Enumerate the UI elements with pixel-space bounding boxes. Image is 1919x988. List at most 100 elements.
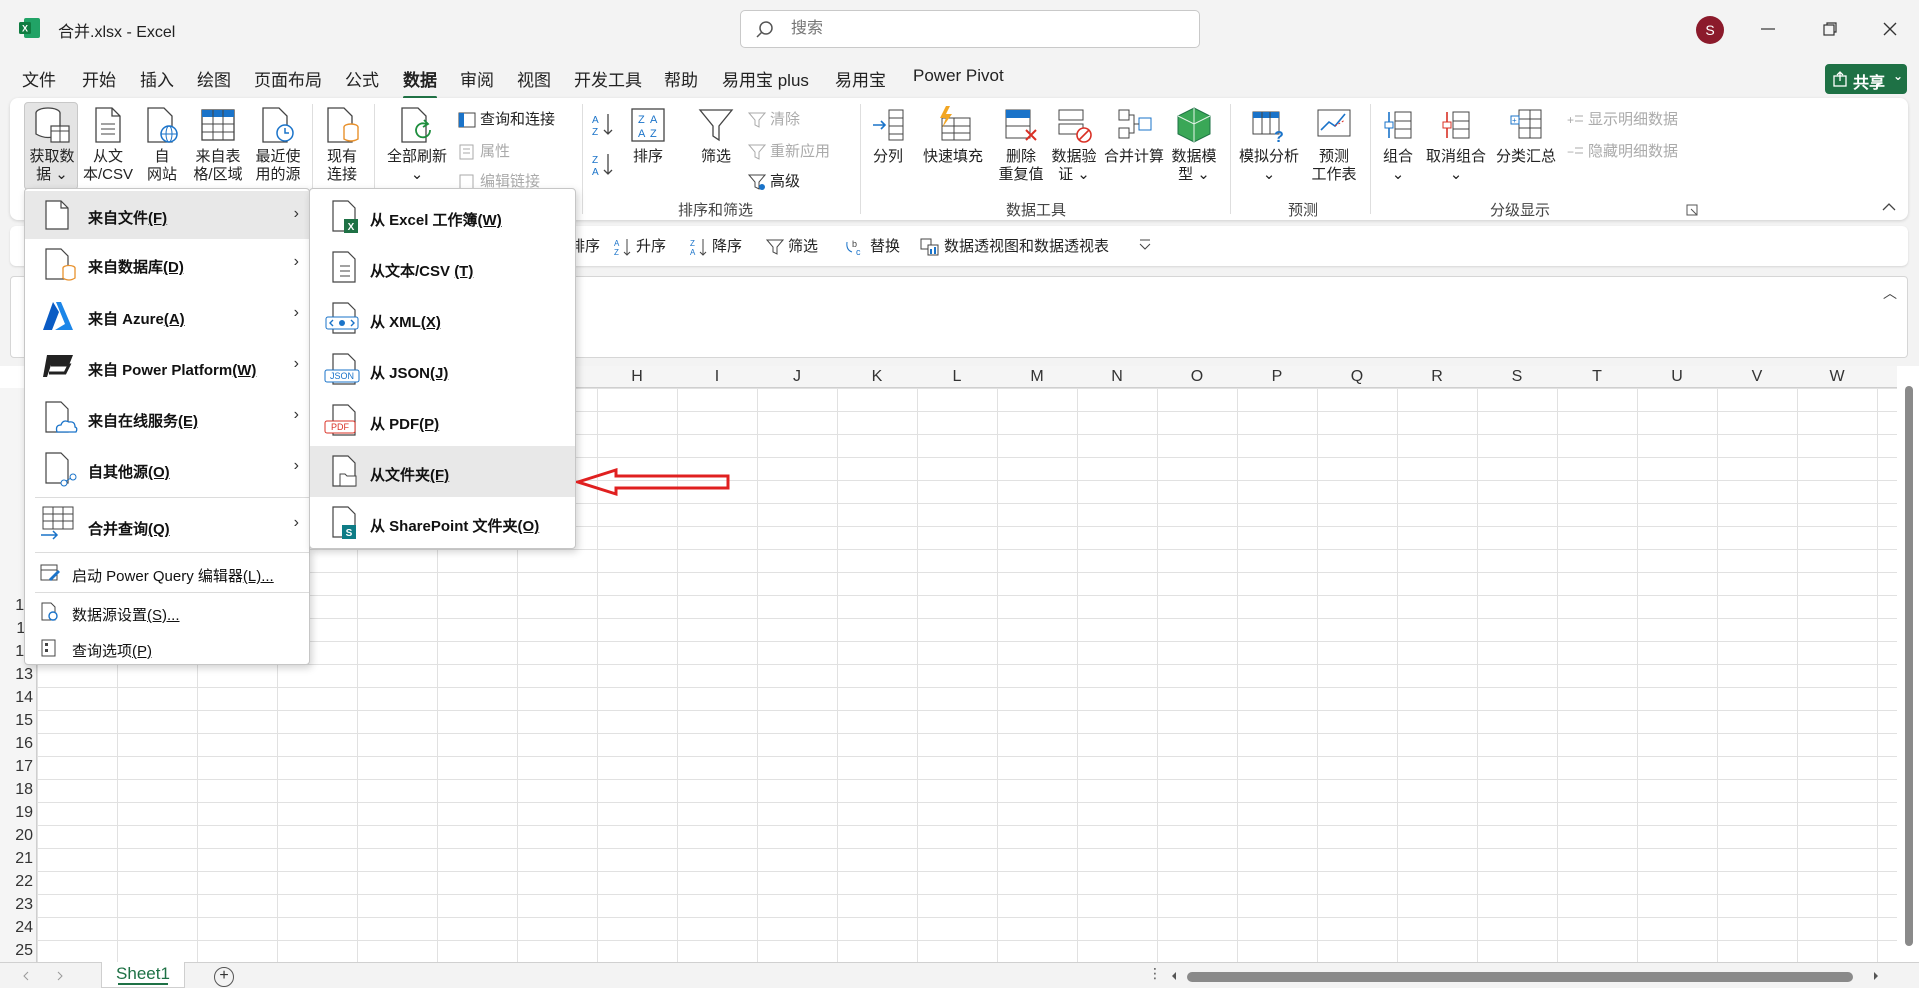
column-header[interactable]: K [837, 368, 917, 386]
submenu-item-from-pdf[interactable]: PDF 从 PDF(P) [310, 395, 575, 446]
clear-filter-button[interactable]: 清除 [747, 108, 800, 129]
collapse-formula-icon[interactable]: ︿ [1883, 283, 1897, 303]
submenu-item-from-xml[interactable]: 从 XML(X) [310, 293, 575, 344]
search-box[interactable] [740, 10, 1200, 48]
tab-power-pivot[interactable]: Power Pivot [913, 64, 1004, 88]
row-header[interactable]: 17 [0, 758, 33, 776]
qat-replace[interactable]: b c 替换 [844, 235, 900, 257]
row-header[interactable]: 21 [0, 850, 33, 868]
dialog-launcher-icon[interactable] [1686, 204, 1698, 216]
get-data-button[interactable]: 获取数 据 ⌄ [28, 106, 76, 184]
column-header[interactable]: V [1717, 368, 1797, 386]
tab-view[interactable]: 视图 [517, 64, 551, 93]
remove-duplicates-button[interactable]: 删除 重复值 [996, 106, 1046, 184]
data-validation-button[interactable]: 数据验 证 ⌄ [1050, 106, 1098, 184]
tab-data[interactable]: 数据 [403, 64, 437, 99]
show-detail-button[interactable]: + 显示明细数据 [1566, 108, 1678, 129]
row-header[interactable]: 25 [0, 942, 33, 960]
recent-sources-button[interactable]: 最近使 用的源 [250, 106, 306, 184]
tab-developer[interactable]: 开发工具 [574, 64, 642, 93]
row-header[interactable]: 20 [0, 827, 33, 845]
refresh-all-button[interactable]: 全部刷新 ⌄ [384, 106, 450, 184]
properties-button[interactable]: 属性 [458, 140, 510, 161]
close-button[interactable] [1868, 10, 1912, 48]
column-header[interactable]: M [997, 368, 1077, 386]
add-sheet-button[interactable]: + [214, 967, 234, 987]
qat-sort-descending[interactable]: Z A 降序 [690, 235, 742, 257]
from-text-csv-button[interactable]: 从文 本/CSV [82, 106, 134, 184]
subtotal-button[interactable]: + 分类汇总 [1494, 106, 1558, 166]
consolidate-button[interactable]: 合并计算 [1102, 106, 1166, 166]
row-header[interactable]: 24 [0, 919, 33, 937]
menu-item-from-other-sources[interactable]: 自其他源(O) › [25, 443, 309, 494]
column-header[interactable]: T [1557, 368, 1637, 386]
menu-item-from-online-services[interactable]: 来自在线服务(E) › [25, 392, 309, 443]
row-header[interactable]: 18 [0, 781, 33, 799]
menu-item-data-source-settings[interactable]: 数据源设置(S)... [25, 594, 309, 630]
row-header[interactable]: 13 [0, 666, 33, 684]
ungroup-button[interactable]: 取消组合 ⌄ [1424, 106, 1488, 184]
menu-item-from-power-platform[interactable]: 来自 Power Platform(W) › [25, 341, 309, 392]
menu-item-from-file[interactable]: 来自文件(F) › [25, 191, 309, 239]
tab-review[interactable]: 审阅 [460, 64, 494, 93]
submenu-item-from-workbook[interactable]: X 从 Excel 工作簿(W) [310, 191, 575, 242]
submenu-item-from-sharepoint[interactable]: S 从 SharePoint 文件夹(O) [310, 497, 575, 548]
tab-yiyongbao-plus[interactable]: 易用宝 plus [722, 64, 809, 93]
collapse-ribbon-icon[interactable] [1882, 202, 1896, 212]
tab-formulas[interactable]: 公式 [345, 64, 379, 93]
horizontal-scroll-thumb[interactable] [1187, 972, 1853, 982]
text-to-columns-button[interactable]: 分列 [868, 106, 908, 166]
filter-button[interactable]: 筛选 [694, 106, 738, 166]
existing-connections-button[interactable]: 现有 连接 [318, 106, 366, 184]
column-header[interactable]: I [677, 368, 757, 386]
qat-customize[interactable] [1138, 235, 1156, 251]
tab-insert[interactable]: 插入 [140, 64, 174, 93]
column-header[interactable]: H [597, 368, 677, 386]
column-header[interactable]: N [1077, 368, 1157, 386]
menu-item-from-azure[interactable]: 来自 Azure(A) › [25, 290, 309, 341]
vertical-scroll-thumb[interactable] [1905, 386, 1913, 946]
what-if-button[interactable]: ? 模拟分析 ⌄ [1236, 106, 1302, 184]
row-header[interactable]: 16 [0, 735, 33, 753]
from-table-button[interactable]: 来自表 格/区域 [190, 106, 246, 184]
qat-pivot[interactable]: 数据透视图和数据透视表 [920, 235, 1109, 256]
tab-home[interactable]: 开始 [82, 64, 116, 93]
qat-filter[interactable]: 筛选 [765, 235, 818, 256]
tab-yiyongbao[interactable]: 易用宝 [835, 64, 886, 93]
column-header[interactable]: R [1397, 368, 1477, 386]
queries-connections-button[interactable]: 查询和连接 [458, 108, 555, 129]
forecast-sheet-button[interactable]: 预测 工作表 [1308, 106, 1360, 184]
column-header[interactable]: O [1157, 368, 1237, 386]
row-header[interactable]: 14 [0, 689, 33, 707]
menu-item-query-options[interactable]: 查询选项(P) [25, 630, 309, 666]
tab-draw[interactable]: 绘图 [197, 64, 231, 93]
hide-detail-button[interactable]: − 隐藏明细数据 [1566, 140, 1678, 161]
from-web-button[interactable]: 自 网站 [142, 106, 182, 184]
row-header[interactable]: 19 [0, 804, 33, 822]
submenu-item-from-folder[interactable]: 从文件夹(F) [310, 446, 575, 497]
scroll-left-icon[interactable] [1170, 971, 1178, 981]
row-header[interactable]: 23 [0, 896, 33, 914]
submenu-item-from-text-csv[interactable]: 从文本/CSV (T) [310, 242, 575, 293]
group-button[interactable]: 组合 ⌄ [1378, 106, 1418, 184]
tab-help[interactable]: 帮助 [664, 64, 698, 93]
tab-page-layout[interactable]: 页面布局 [254, 64, 322, 93]
next-sheet-icon[interactable] [56, 971, 64, 981]
prev-sheet-icon[interactable] [22, 971, 30, 981]
vertical-scrollbar[interactable] [1897, 366, 1919, 962]
menu-item-combine-queries[interactable]: 合并查询(Q) › [25, 499, 309, 551]
reapply-button[interactable]: 重新应用 [747, 140, 830, 161]
scroll-right-icon[interactable] [1872, 971, 1880, 981]
minimize-button[interactable] [1746, 10, 1790, 48]
column-header[interactable]: Q [1317, 368, 1397, 386]
sheet-tab-sheet1[interactable]: Sheet1 [101, 962, 185, 988]
column-header[interactable]: P [1237, 368, 1317, 386]
scroll-splitter-icon[interactable]: ⋮ [1148, 965, 1162, 982]
tab-file[interactable]: 文件 [22, 64, 56, 93]
column-header[interactable]: U [1637, 368, 1717, 386]
avatar[interactable]: S [1696, 16, 1724, 44]
share-button[interactable]: 共享 ⌄ [1825, 64, 1907, 94]
menu-item-launch-power-query[interactable]: 启动 Power Query 编辑器(L)... [25, 555, 309, 591]
submenu-item-from-json[interactable]: JSON 从 JSON(J) [310, 344, 575, 395]
row-header[interactable]: 22 [0, 873, 33, 891]
